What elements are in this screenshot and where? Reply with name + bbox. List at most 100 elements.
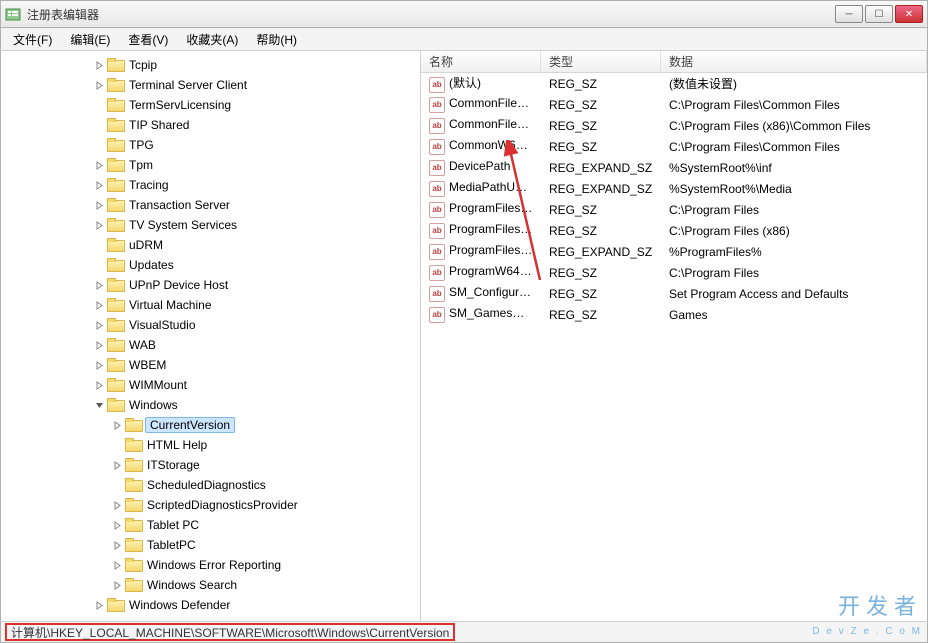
close-button[interactable]: ✕ — [895, 5, 923, 23]
tree-item[interactable]: HTML Help — [1, 435, 420, 455]
tree-item[interactable]: WBEM — [1, 355, 420, 375]
menu-favorites[interactable]: 收藏夹(A) — [178, 29, 246, 50]
tree-label: UPnP Device Host — [127, 278, 230, 292]
minimize-button[interactable]: ─ — [835, 5, 863, 23]
value-row[interactable]: abCommonW643...REG_SZC:\Program Files\Co… — [421, 136, 927, 157]
value-name: MediaPathUne... — [449, 180, 538, 194]
chevron-right-icon[interactable] — [93, 359, 105, 371]
tree-item[interactable]: Tablet PC — [1, 515, 420, 535]
window-title: 注册表编辑器 — [27, 6, 835, 23]
chevron-right-icon[interactable] — [93, 199, 105, 211]
menu-view[interactable]: 查看(V) — [120, 29, 176, 50]
folder-icon — [107, 158, 123, 172]
tree-item[interactable]: Transaction Server — [1, 195, 420, 215]
chevron-right-icon[interactable] — [93, 159, 105, 171]
value-name-cell: abProgramFilesDir — [421, 201, 541, 218]
value-row[interactable]: abProgramW643...REG_SZC:\Program Files — [421, 262, 927, 283]
value-type-cell: REG_SZ — [541, 308, 661, 322]
tree-item[interactable]: WIMMount — [1, 375, 420, 395]
tree-item[interactable]: TPG — [1, 135, 420, 155]
chevron-right-icon[interactable] — [93, 219, 105, 231]
folder-icon — [107, 598, 123, 612]
registry-tree: Tcpip Terminal Server ClientTermServLicen… — [1, 55, 420, 615]
tree-item[interactable]: Virtual Machine — [1, 295, 420, 315]
tree-item[interactable]: VisualStudio — [1, 315, 420, 335]
value-data-cell: %ProgramFiles% — [661, 245, 927, 259]
folder-icon — [125, 578, 141, 592]
tree-item[interactable]: ScheduledDiagnostics — [1, 475, 420, 495]
chevron-right-icon[interactable] — [111, 419, 123, 431]
tree-item[interactable]: Tcpip — [1, 55, 420, 75]
string-value-icon: ab — [429, 265, 445, 281]
chevron-right-icon[interactable] — [93, 279, 105, 291]
value-row[interactable]: abCommonFilesD...REG_SZC:\Program Files … — [421, 115, 927, 136]
col-header-name[interactable]: 名称 — [421, 51, 541, 72]
chevron-right-icon[interactable] — [111, 519, 123, 531]
menu-file[interactable]: 文件(F) — [5, 29, 60, 50]
tree-item[interactable]: Updates — [1, 255, 420, 275]
value-row[interactable]: abSM_Configure...REG_SZSet Program Acces… — [421, 283, 927, 304]
tree-item[interactable]: Windows Error Reporting — [1, 555, 420, 575]
menu-edit[interactable]: 编辑(E) — [62, 29, 118, 50]
tree-item[interactable]: Terminal Server Client — [1, 75, 420, 95]
value-type-cell: REG_SZ — [541, 224, 661, 238]
value-row[interactable]: abProgramFilesD...REG_SZC:\Program Files… — [421, 220, 927, 241]
chevron-right-icon[interactable] — [93, 339, 105, 351]
tree-label: Tcpip — [127, 58, 159, 72]
value-row[interactable]: ab(默认)REG_SZ(数值未设置) — [421, 73, 927, 94]
folder-icon — [107, 218, 123, 232]
tree-item[interactable]: uDRM — [1, 235, 420, 255]
tree-label: VisualStudio — [127, 318, 198, 332]
tree-item[interactable]: TabletPC — [1, 535, 420, 555]
chevron-right-icon[interactable] — [93, 299, 105, 311]
maximize-button[interactable]: ☐ — [865, 5, 893, 23]
value-name-cell: abMediaPathUne... — [421, 180, 541, 197]
value-row[interactable]: abProgramFilesDirREG_SZC:\Program Files — [421, 199, 927, 220]
chevron-right-icon[interactable] — [111, 459, 123, 471]
tree-item[interactable]: Windows — [1, 395, 420, 415]
chevron-right-icon[interactable] — [93, 59, 105, 71]
tree-item[interactable]: Windows Defender — [1, 595, 420, 615]
value-row[interactable]: abSM_GamesNa...REG_SZGames — [421, 304, 927, 325]
tree-pane[interactable]: Tcpip Terminal Server ClientTermServLicen… — [1, 51, 421, 621]
chevron-right-icon[interactable] — [111, 499, 123, 511]
tree-item[interactable]: Tracing — [1, 175, 420, 195]
folder-icon — [107, 298, 123, 312]
tree-item[interactable]: Tpm — [1, 155, 420, 175]
chevron-down-icon[interactable] — [93, 399, 105, 411]
value-row[interactable]: abProgramFilesP...REG_EXPAND_SZ%ProgramF… — [421, 241, 927, 262]
value-row[interactable]: abCommonFilesDirREG_SZC:\Program Files\C… — [421, 94, 927, 115]
value-data-cell: C:\Program Files — [661, 203, 927, 217]
value-name-cell: abCommonW643... — [421, 138, 541, 155]
list-pane[interactable]: 名称 类型 数据 ab(默认)REG_SZ(数值未设置)abCommonFile… — [421, 51, 927, 621]
chevron-right-icon[interactable] — [111, 539, 123, 551]
chevron-right-icon[interactable] — [111, 579, 123, 591]
chevron-right-icon[interactable] — [93, 599, 105, 611]
menu-help[interactable]: 帮助(H) — [248, 29, 305, 50]
folder-icon — [125, 438, 141, 452]
tree-item[interactable]: TIP Shared — [1, 115, 420, 135]
col-header-type[interactable]: 类型 — [541, 51, 661, 72]
chevron-right-icon[interactable] — [93, 379, 105, 391]
value-row[interactable]: abDevicePathREG_EXPAND_SZ%SystemRoot%\in… — [421, 157, 927, 178]
tree-item[interactable]: WAB — [1, 335, 420, 355]
tree-item[interactable]: ITStorage — [1, 455, 420, 475]
tree-item[interactable]: ScriptedDiagnosticsProvider — [1, 495, 420, 515]
chevron-right-icon[interactable] — [111, 559, 123, 571]
value-data-cell: C:\Program Files\Common Files — [661, 140, 927, 154]
chevron-right-icon[interactable] — [93, 79, 105, 91]
folder-icon — [107, 258, 123, 272]
value-type-cell: REG_SZ — [541, 266, 661, 280]
value-name-cell: abProgramFilesD... — [421, 222, 541, 239]
col-header-data[interactable]: 数据 — [661, 51, 927, 72]
tree-item[interactable]: Windows Search — [1, 575, 420, 595]
tree-item[interactable]: UPnP Device Host — [1, 275, 420, 295]
tree-item[interactable]: TermServLicensing — [1, 95, 420, 115]
chevron-right-icon[interactable] — [93, 179, 105, 191]
value-name-cell: abProgramFilesP... — [421, 243, 541, 260]
tree-item[interactable]: CurrentVersion — [1, 415, 420, 435]
chevron-right-icon[interactable] — [93, 319, 105, 331]
value-row[interactable]: abMediaPathUne...REG_EXPAND_SZ%SystemRoo… — [421, 178, 927, 199]
folder-icon — [107, 198, 123, 212]
tree-item[interactable]: TV System Services — [1, 215, 420, 235]
